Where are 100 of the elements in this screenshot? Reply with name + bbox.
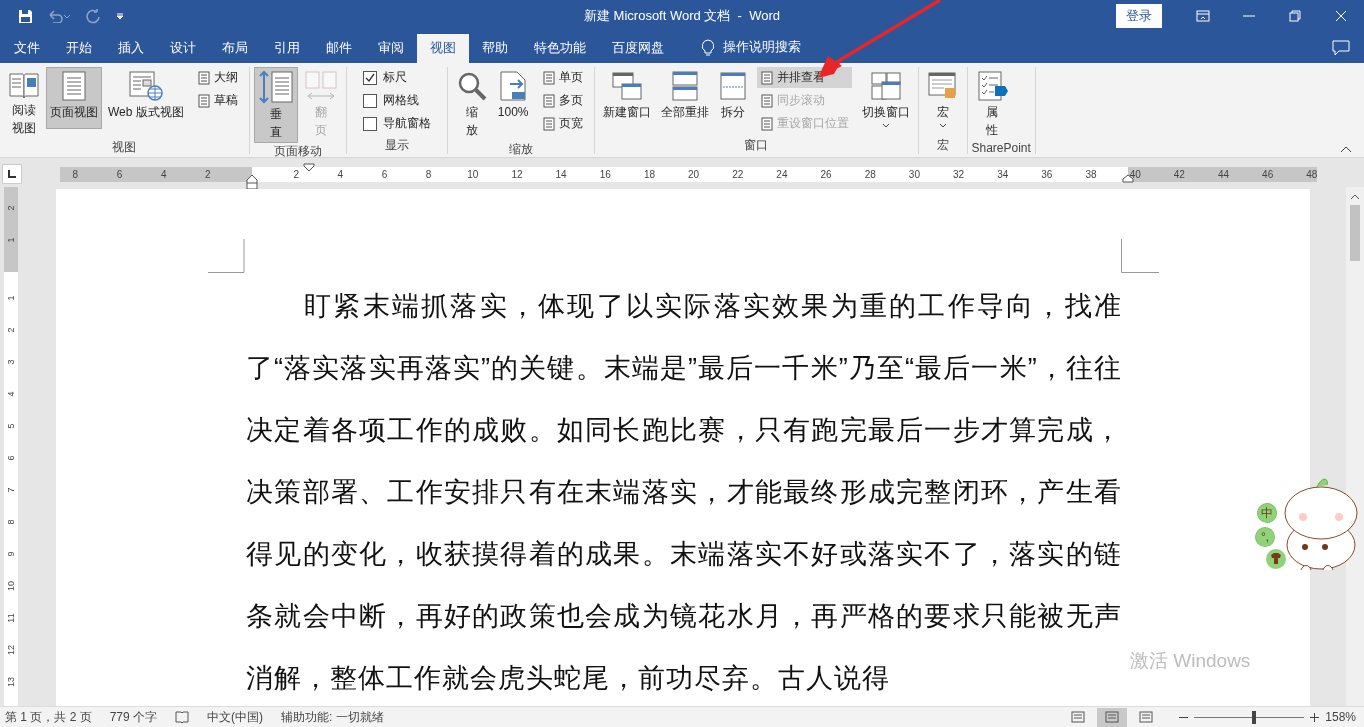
ribbon-tab[interactable]: 帮助	[469, 34, 521, 63]
ribbon-small-button[interactable]: 单页	[538, 67, 586, 88]
comment-icon	[1332, 39, 1350, 56]
tell-me-search[interactable]: 操作说明搜索	[695, 32, 807, 63]
ruler-number: 6	[116, 167, 123, 182]
collapse-ribbon-button[interactable]	[1340, 146, 1352, 153]
group-label: 宏	[935, 137, 950, 154]
small-page-icon	[196, 70, 211, 85]
ribbon-button[interactable]: 属 性	[971, 67, 1012, 141]
ribbon-button[interactable]: 新建窗口	[598, 67, 655, 129]
zoom-slider-thumb[interactable]	[1251, 710, 1256, 724]
view-mode-button[interactable]	[1097, 707, 1128, 727]
tab-stop-selector[interactable]	[2, 164, 22, 184]
ruler-number: 44	[1217, 167, 1230, 182]
ribbon-button[interactable]: 阅读 视图	[4, 67, 44, 139]
ribbon-tab[interactable]: 设计	[157, 34, 209, 63]
ribbon-button[interactable]: 宏	[922, 67, 963, 131]
ribbon-tab[interactable]: 特色功能	[521, 34, 599, 63]
ribbon-tab[interactable]: 邮件	[313, 34, 365, 63]
ruler-number: 10	[467, 167, 479, 182]
ribbon-small-button[interactable]: 多页	[538, 90, 586, 111]
horizontal-ruler[interactable]: 8 6 4 2 2 4 6 8 10 12 14 16 18 20 22 24 26 28 30 32 34 36 38 40 42 44 46 48	[60, 166, 1317, 182]
word-count[interactable]: 779 个字	[109, 708, 158, 726]
ribbon-tab[interactable]: 审阅	[365, 34, 417, 63]
ruler-number: 4	[160, 167, 167, 182]
open-book-icon	[8, 70, 40, 100]
ruler-number: 30	[908, 167, 920, 182]
ribbon-button[interactable]: 拆分	[714, 67, 751, 129]
checkmark-icon	[364, 72, 375, 83]
ribbon-button[interactable]: 100%	[493, 67, 533, 129]
side-pages-icon	[303, 70, 338, 102]
ribbon-button[interactable]: Web 版式视图	[104, 67, 188, 129]
ruler-number: 16	[599, 167, 611, 182]
ruler-number: 2	[205, 167, 211, 182]
group-label: 窗口	[743, 137, 769, 154]
switch-windows-icon	[869, 70, 902, 102]
ribbon-button[interactable]: 垂 直	[253, 67, 298, 143]
margin-corner-mark	[1121, 239, 1159, 273]
small-page-icon	[759, 70, 774, 85]
redo-icon[interactable]	[85, 8, 101, 24]
ruler-number: 11	[6, 612, 16, 625]
ruler-number: 8	[72, 167, 79, 182]
ruler-number: 1	[6, 236, 16, 245]
ruler-number: 24	[776, 167, 788, 182]
ruler-number: 32	[953, 167, 965, 182]
scroll-up-icon[interactable]	[1350, 193, 1360, 201]
scrollbar-thumb[interactable]	[1350, 205, 1360, 261]
ribbon-checkbox[interactable]: 导航窗格	[354, 113, 439, 134]
ruler-number: 12	[6, 644, 16, 657]
ribbon-button[interactable]: 切换窗口	[857, 67, 914, 131]
tab-stop-icon	[8, 170, 16, 178]
split-window-icon	[718, 70, 747, 102]
ribbon-small-button[interactable]: 页宽	[538, 113, 586, 134]
ribbon-tab[interactable]: 引用	[261, 34, 313, 63]
accessibility-status[interactable]: 辅助功能: 一切就绪	[281, 708, 384, 726]
zoom-percentage[interactable]: 158%	[1325, 710, 1356, 724]
ribbon-button[interactable]: 全部重排	[656, 67, 713, 129]
ribbon-tab[interactable]: 插入	[105, 34, 157, 63]
caret-icon	[938, 123, 947, 128]
ribbon-checkbox[interactable]: 网格线	[354, 90, 439, 111]
web-page-icon	[127, 70, 164, 102]
ribbon-button[interactable]: 页面视图	[46, 67, 102, 129]
ribbon-small-button[interactable]: 大纲	[193, 67, 241, 88]
ruler-number: 6	[6, 454, 16, 463]
first-line-indent-marker[interactable]	[303, 162, 315, 172]
ribbon-button[interactable]: 缩 放	[451, 67, 492, 141]
view-layout-icon	[1105, 711, 1120, 723]
vertical-ruler[interactable]: 2 1 1 2 3 4 5 6 7 8 9 10 11 12 13	[4, 187, 18, 706]
view-layout-icon	[1139, 711, 1154, 723]
undo-icon[interactable]	[47, 9, 71, 23]
ruler-number: 2	[293, 167, 299, 182]
ruler-number: 42	[1173, 167, 1185, 182]
ribbon-small-button[interactable]: 草稿	[193, 90, 241, 111]
ruler-number: 46	[1262, 167, 1274, 182]
save-icon[interactable]	[18, 8, 33, 24]
vertical-scrollbar[interactable]	[1346, 187, 1364, 706]
ribbon-tab[interactable]: 开始	[53, 34, 105, 63]
login-button[interactable]: 登录	[1116, 4, 1162, 28]
indent-marker[interactable]	[246, 173, 258, 190]
customize-icon[interactable]	[115, 11, 125, 21]
ruler-number: 18	[643, 167, 655, 182]
group-label: 显示	[383, 137, 410, 154]
ribbon-tab[interactable]: 布局	[209, 34, 261, 63]
language-status[interactable]: 中文(中国)	[207, 708, 264, 726]
ribbon-tab[interactable]: 百度网盘	[599, 34, 677, 63]
page-count[interactable]: 第 1 页，共 2 页	[5, 708, 92, 726]
small-page-icon	[541, 93, 556, 108]
comment-button[interactable]	[1332, 39, 1350, 56]
ribbon-checkbox[interactable]: 标尺	[354, 67, 439, 88]
ruler-number: 34	[997, 167, 1009, 182]
proofing-book-icon[interactable]	[175, 711, 190, 723]
vertical-scroll-icon	[257, 70, 294, 104]
ruler-number: 26	[820, 167, 832, 182]
ribbon-tab[interactable]: 视图	[417, 34, 469, 63]
stacked-windows-icon	[610, 70, 643, 102]
zoom-in-icon[interactable]	[1310, 712, 1320, 722]
ruler-number: 14	[555, 167, 567, 182]
ribbon-tab[interactable]: 文件	[1, 34, 53, 63]
group-label: 缩放	[507, 141, 534, 158]
shirt-icon[interactable]	[1265, 548, 1287, 570]
